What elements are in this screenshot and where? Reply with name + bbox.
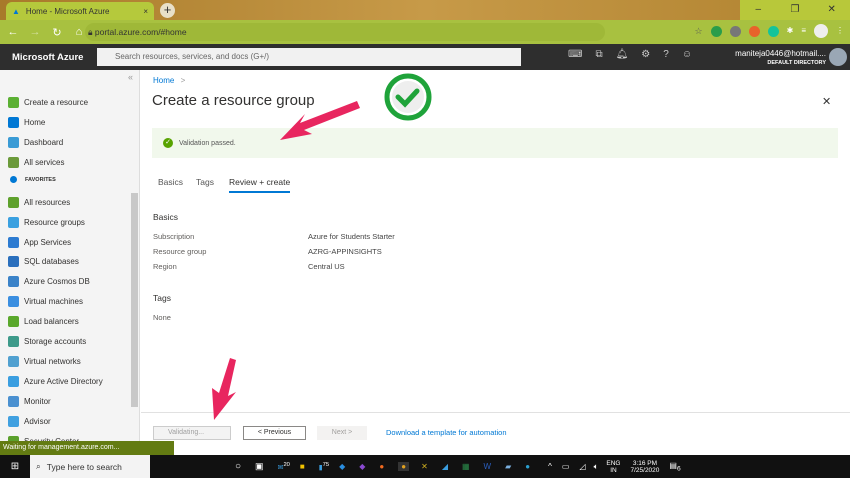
app-blue-icon[interactable]: ◢ xyxy=(442,462,448,471)
windows-start-icon[interactable]: ⊞ xyxy=(0,461,30,472)
date: 7/25/2020 xyxy=(630,466,660,474)
language-indicator[interactable]: ENG IN xyxy=(606,460,620,474)
taskbar-search-placeholder: Type here to search xyxy=(46,461,122,472)
notification-count: 6 xyxy=(676,465,681,473)
tools-icon[interactable]: ✕ xyxy=(421,462,428,471)
app-badge: 75 xyxy=(322,461,330,468)
annotation-check-icon xyxy=(384,73,432,121)
annotation-overlay xyxy=(212,73,432,420)
network-icon[interactable]: ◿ xyxy=(579,462,585,471)
time: 3:16 PM xyxy=(632,459,658,467)
excel-icon[interactable]: ▦ xyxy=(462,462,470,471)
search-icon: ⌕ xyxy=(36,461,41,471)
mail-badge: 20 xyxy=(283,461,290,468)
task-view-icon[interactable]: ▣ xyxy=(255,461,264,472)
clock[interactable]: 3:16 PM 7/25/2020 xyxy=(630,460,659,474)
notification-center-icon[interactable]: ▤6 xyxy=(669,461,680,473)
edge-icon[interactable]: ● xyxy=(525,462,530,471)
language: ENG xyxy=(606,459,621,467)
visual-studio-icon[interactable]: ◆ xyxy=(359,462,365,471)
annotation-arrow-banner xyxy=(280,101,360,140)
app-orange-icon[interactable]: ● xyxy=(379,462,384,471)
notes-icon[interactable]: ▰ xyxy=(505,462,511,471)
chrome-icon[interactable]: ● xyxy=(398,462,410,471)
app-icon[interactable]: ▮75 xyxy=(319,462,329,471)
annotation-arrow-validate xyxy=(212,358,236,420)
vscode-icon[interactable]: ◆ xyxy=(339,462,345,471)
file-explorer-icon[interactable]: ■ xyxy=(300,462,305,471)
taskbar: ⊞ ⌕ Type here to search ○ ▣ ✉20 ■ ▮75 ◆ ◆… xyxy=(0,455,850,478)
region: IN xyxy=(610,466,617,474)
volume-icon[interactable]: 🔈︎ xyxy=(594,462,599,472)
cortana-icon[interactable]: ○ xyxy=(235,461,241,472)
word-icon[interactable]: W xyxy=(484,462,492,471)
status-bar: Waiting for management.azure.com... xyxy=(0,441,174,455)
tray-chevron-icon[interactable]: ^ xyxy=(548,462,552,471)
taskbar-search[interactable]: ⌕ Type here to search xyxy=(30,455,150,478)
mail-icon[interactable]: ✉20 xyxy=(278,462,290,471)
battery-icon[interactable]: ▭ xyxy=(562,462,570,471)
